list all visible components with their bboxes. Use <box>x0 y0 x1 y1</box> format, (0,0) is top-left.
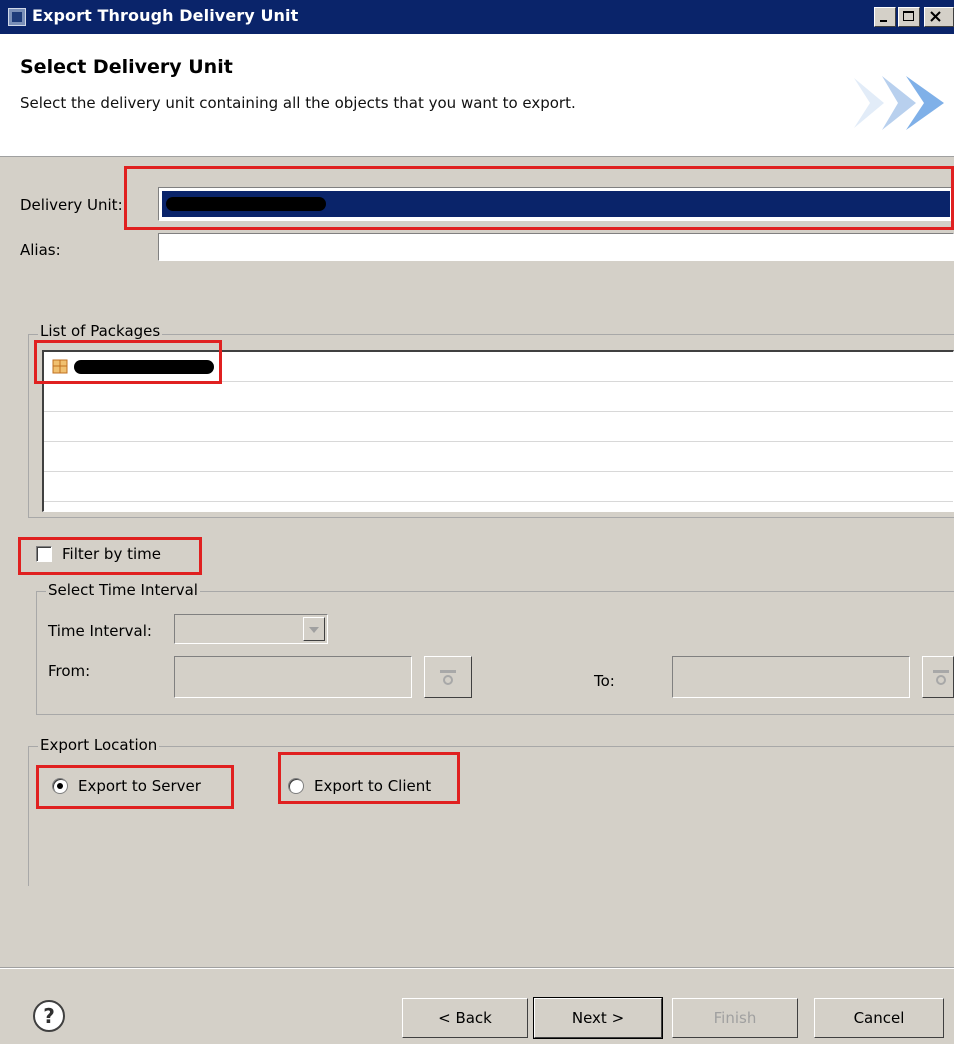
delivery-unit-label: Delivery Unit: <box>20 196 123 214</box>
next-button[interactable]: Next > <box>533 997 663 1039</box>
from-label: From: <box>48 662 91 680</box>
maximize-icon <box>903 11 914 21</box>
window-title: Export Through Delivery Unit <box>32 6 299 25</box>
page-description: Select the delivery unit containing all … <box>20 94 576 112</box>
title-bar[interactable]: Export Through Delivery Unit <box>0 0 954 34</box>
dropdown-arrow-button[interactable] <box>303 617 325 641</box>
minimize-icon <box>880 20 887 22</box>
alias-label: Alias: <box>20 241 61 259</box>
annotation-box <box>124 166 954 230</box>
annotation-box <box>278 752 460 804</box>
to-calendar-button[interactable] <box>922 656 954 698</box>
list-item <box>44 442 953 472</box>
list-item <box>44 412 953 442</box>
button-bar-separator-highlight <box>0 968 954 969</box>
finish-button[interactable]: Finish <box>672 998 798 1038</box>
list-item <box>44 472 953 502</box>
to-date-input[interactable] <box>672 656 910 698</box>
from-date-input[interactable] <box>174 656 412 698</box>
close-icon <box>930 11 941 22</box>
time-interval-group-label: Select Time Interval <box>46 581 200 599</box>
time-interval-label: Time Interval: <box>48 622 152 640</box>
calendar-icon <box>933 670 949 685</box>
maximize-button[interactable] <box>898 7 920 27</box>
list-item <box>44 382 953 412</box>
app-icon <box>8 8 26 26</box>
close-button[interactable] <box>924 7 954 27</box>
calendar-icon <box>440 670 456 685</box>
packages-group-label: List of Packages <box>38 322 163 340</box>
export-location-group-label: Export Location <box>38 736 160 754</box>
svg-text:?: ? <box>43 1004 55 1028</box>
to-label: To: <box>594 672 615 690</box>
annotation-box <box>34 340 222 384</box>
back-button[interactable]: < Back <box>402 998 528 1038</box>
cancel-button[interactable]: Cancel <box>814 998 944 1038</box>
alias-input[interactable] <box>158 233 954 261</box>
help-icon[interactable]: ? <box>32 999 66 1033</box>
annotation-box <box>36 765 234 809</box>
wizard-banner-icon <box>854 76 944 130</box>
from-calendar-button[interactable] <box>424 656 472 698</box>
annotation-box <box>18 537 202 575</box>
chevron-down-icon <box>309 627 319 633</box>
time-interval-dropdown[interactable] <box>174 614 328 644</box>
minimize-button[interactable] <box>874 7 896 27</box>
page-title: Select Delivery Unit <box>20 56 233 78</box>
wizard-header: Select Delivery Unit Select the delivery… <box>0 34 954 157</box>
